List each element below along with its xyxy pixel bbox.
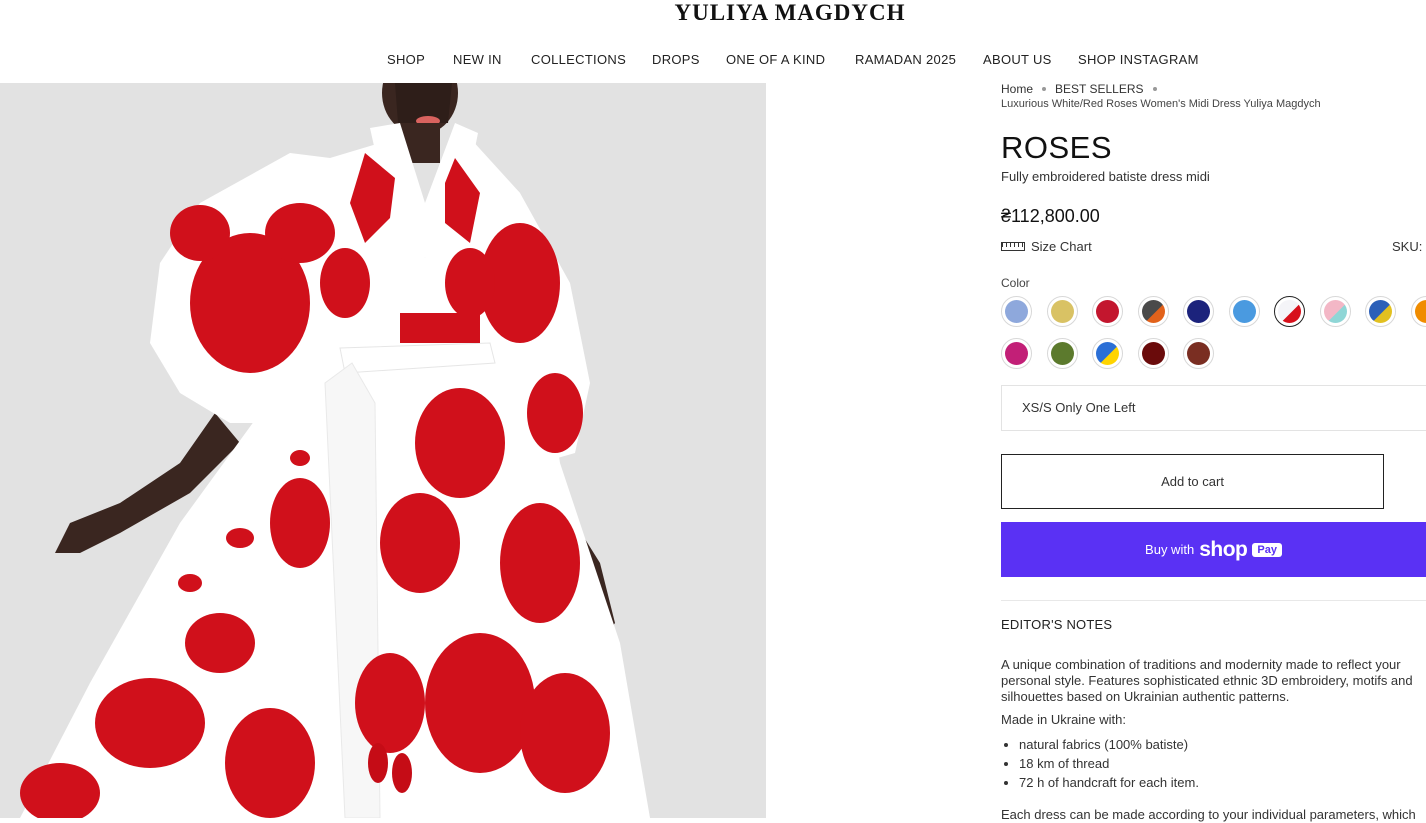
dress-illustration <box>0 83 766 818</box>
swatch-fill <box>1051 300 1074 323</box>
made-in-text: Made in Ukraine with: <box>1001 712 1426 728</box>
nav-item-drops[interactable]: DROPS <box>652 51 700 69</box>
color-swatch[interactable] <box>1229 296 1260 327</box>
breadcrumb-separator <box>1153 87 1157 91</box>
color-swatch[interactable] <box>1047 338 1078 369</box>
color-swatch[interactable] <box>1138 338 1169 369</box>
swatch-fill <box>1051 342 1074 365</box>
swatch-fill <box>1369 300 1392 323</box>
list-item: 72 h of handcraft for each item. <box>1019 773 1426 792</box>
pay-badge: Pay <box>1252 543 1282 557</box>
swatch-fill <box>1233 300 1256 323</box>
product-image[interactable] <box>0 83 766 818</box>
color-swatch[interactable] <box>1001 338 1032 369</box>
shop-pay-button[interactable]: Buy with shop Pay <box>1001 522 1426 577</box>
swatch-fill <box>1142 342 1165 365</box>
editors-notes-heading[interactable]: EDITOR'S NOTES <box>1001 617 1112 632</box>
color-swatch[interactable] <box>1092 296 1123 327</box>
shop-pay-logo: shop <box>1199 538 1247 562</box>
swatch-fill <box>1415 300 1426 323</box>
color-swatch[interactable] <box>1092 338 1123 369</box>
swatch-fill <box>1187 300 1210 323</box>
swatch-fill <box>1005 342 1028 365</box>
list-item: natural fabrics (100% batiste) <box>1019 735 1426 754</box>
color-swatch[interactable] <box>1274 296 1305 327</box>
nav-item-collections[interactable]: COLLECTIONS <box>531 51 626 69</box>
list-item: 18 km of thread <box>1019 754 1426 773</box>
swatch-fill <box>1142 300 1165 323</box>
size-chart-label: Size Chart <box>1031 239 1092 254</box>
swatch-fill <box>1278 300 1301 323</box>
nav-item-shop-instagram[interactable]: SHOP INSTAGRAM <box>1078 51 1199 69</box>
nav-item-ramadan[interactable]: RAMADAN 2025 <box>855 51 956 69</box>
size-chart-link[interactable]: Size Chart <box>1001 239 1092 254</box>
product-subtitle: Fully embroidered batiste dress midi <box>1001 169 1210 184</box>
add-to-cart-button[interactable]: Add to cart <box>1001 454 1384 509</box>
color-swatch[interactable] <box>1365 296 1396 327</box>
swatch-fill <box>1096 342 1119 365</box>
breadcrumb: Home BEST SELLERS Luxurious White/Red Ro… <box>1001 82 1426 111</box>
nav-item-about-us[interactable]: ABOUT US <box>983 51 1052 69</box>
breadcrumb-separator <box>1042 87 1046 91</box>
product-price: ₴112,800.00 <box>1001 206 1100 227</box>
nav-item-shop[interactable]: SHOP <box>387 51 425 69</box>
color-label: Color <box>1001 276 1030 290</box>
nav-item-new-in[interactable]: NEW IN <box>453 51 502 69</box>
brand-logo[interactable]: YULIYA MAGDYCH <box>0 0 1426 26</box>
color-swatch[interactable] <box>1138 296 1169 327</box>
swatch-fill <box>1005 300 1028 323</box>
description-more: Each dress can be made according to your… <box>1001 807 1426 823</box>
main-nav: SHOP NEW IN COLLECTIONS DROPS ONE OF A K… <box>0 51 1426 71</box>
section-divider <box>1001 600 1426 601</box>
breadcrumb-home[interactable]: Home <box>1001 82 1033 96</box>
features-list: natural fabrics (100% batiste) 18 km of … <box>1001 735 1426 792</box>
buy-with-label: Buy with <box>1145 542 1194 557</box>
color-swatch[interactable] <box>1183 296 1214 327</box>
color-swatch[interactable] <box>1320 296 1351 327</box>
product-title: ROSES <box>1001 130 1112 166</box>
color-swatch[interactable] <box>1001 296 1032 327</box>
color-swatch[interactable] <box>1183 338 1214 369</box>
color-swatch[interactable] <box>1411 296 1426 327</box>
swatch-fill <box>1096 300 1119 323</box>
ruler-icon <box>1001 242 1025 251</box>
nav-item-one-of-a-kind[interactable]: ONE OF A KIND <box>726 51 825 69</box>
size-selector[interactable]: XS/S Only One Left <box>1001 385 1426 431</box>
description-paragraph: A unique combination of traditions and m… <box>1001 657 1426 705</box>
product-description: A unique combination of traditions and m… <box>1001 657 1426 823</box>
swatch-fill <box>1324 300 1347 323</box>
sku-text: SKU: 2 <box>1392 239 1426 254</box>
color-swatch[interactable] <box>1047 296 1078 327</box>
swatch-fill <box>1187 342 1210 365</box>
breadcrumb-category[interactable]: BEST SELLERS <box>1055 82 1144 96</box>
breadcrumb-current: Luxurious White/Red Roses Women's Midi D… <box>1001 97 1426 111</box>
